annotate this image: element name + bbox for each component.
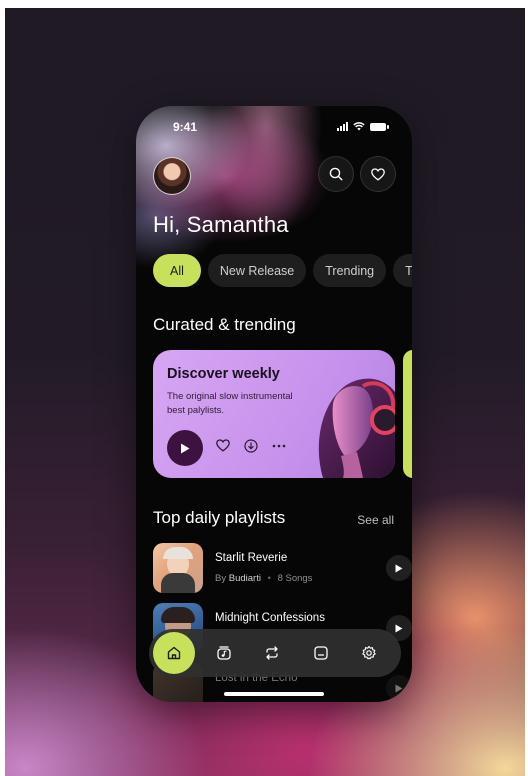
top-daily-title: Top daily playlists [153, 508, 286, 527]
play-icon [181, 443, 190, 453]
playlist-meta: By Budiarti • 8 Songs [215, 573, 313, 584]
download-icon[interactable] [244, 439, 258, 453]
headphones-girl-artwork [318, 378, 395, 478]
see-all-link[interactable]: See all [357, 513, 394, 527]
repeat-icon [266, 646, 278, 660]
battery-icon [370, 122, 389, 131]
playlist-play-button[interactable] [386, 675, 412, 701]
nav-playlist[interactable] [301, 633, 341, 673]
wifi-icon [353, 122, 365, 131]
play-icon [395, 564, 403, 572]
nav-home[interactable] [153, 632, 195, 674]
nav-repeat[interactable] [252, 633, 292, 673]
card-description: The original slow instrumental best paly… [167, 391, 293, 416]
phone-screen: 9:41 Hi, Samantha All New Release Trendi… [136, 106, 412, 702]
next-card-peek[interactable] [403, 350, 412, 478]
status-indicators [337, 122, 389, 131]
playlist-play-button[interactable] [386, 555, 412, 581]
play-icon [395, 624, 403, 632]
playlist-row[interactable]: Starlit Reverie By Budiarti • 8 Songs [153, 543, 412, 593]
status-bar: 9:41 [136, 120, 412, 136]
nav-settings[interactable] [349, 633, 389, 673]
filter-chips: All New Release Trending Top [153, 254, 412, 287]
nav-library[interactable] [204, 633, 244, 673]
home-icon [167, 646, 181, 660]
card-like-heart-icon[interactable] [216, 439, 230, 452]
playlist-thumbnail [153, 543, 203, 593]
favorites-button[interactable] [360, 156, 396, 192]
chip-top[interactable]: Top [393, 254, 412, 287]
cellular-signal-icon [337, 122, 348, 131]
discover-weekly-card[interactable]: Discover weekly The original slow instru… [153, 350, 395, 478]
bottom-nav [149, 629, 401, 677]
settings-icon [362, 645, 376, 660]
curated-section-title: Curated & trending [153, 315, 296, 334]
avatar[interactable] [153, 157, 191, 195]
greeting-title: Hi, Samantha [153, 212, 289, 237]
backdrop: 9:41 Hi, Samantha All New Release Trendi… [5, 8, 525, 776]
play-icon [395, 684, 403, 692]
chip-all[interactable]: All [153, 254, 201, 287]
card-title: Discover weekly [167, 366, 280, 382]
more-options-icon[interactable] [271, 439, 287, 453]
card-play-button[interactable] [167, 430, 203, 466]
status-time: 9:41 [173, 120, 198, 134]
search-button[interactable] [318, 156, 354, 192]
music-library-icon [216, 646, 231, 660]
playlist-title: Starlit Reverie [215, 552, 288, 564]
heart-icon [371, 167, 385, 181]
playlist-title: Midnight Confessions [215, 612, 325, 624]
playlist-icon [313, 646, 328, 660]
search-icon [329, 167, 343, 181]
chip-trending[interactable]: Trending [313, 254, 387, 287]
home-indicator [224, 692, 324, 696]
chip-new-release[interactable]: New Release [207, 254, 307, 287]
